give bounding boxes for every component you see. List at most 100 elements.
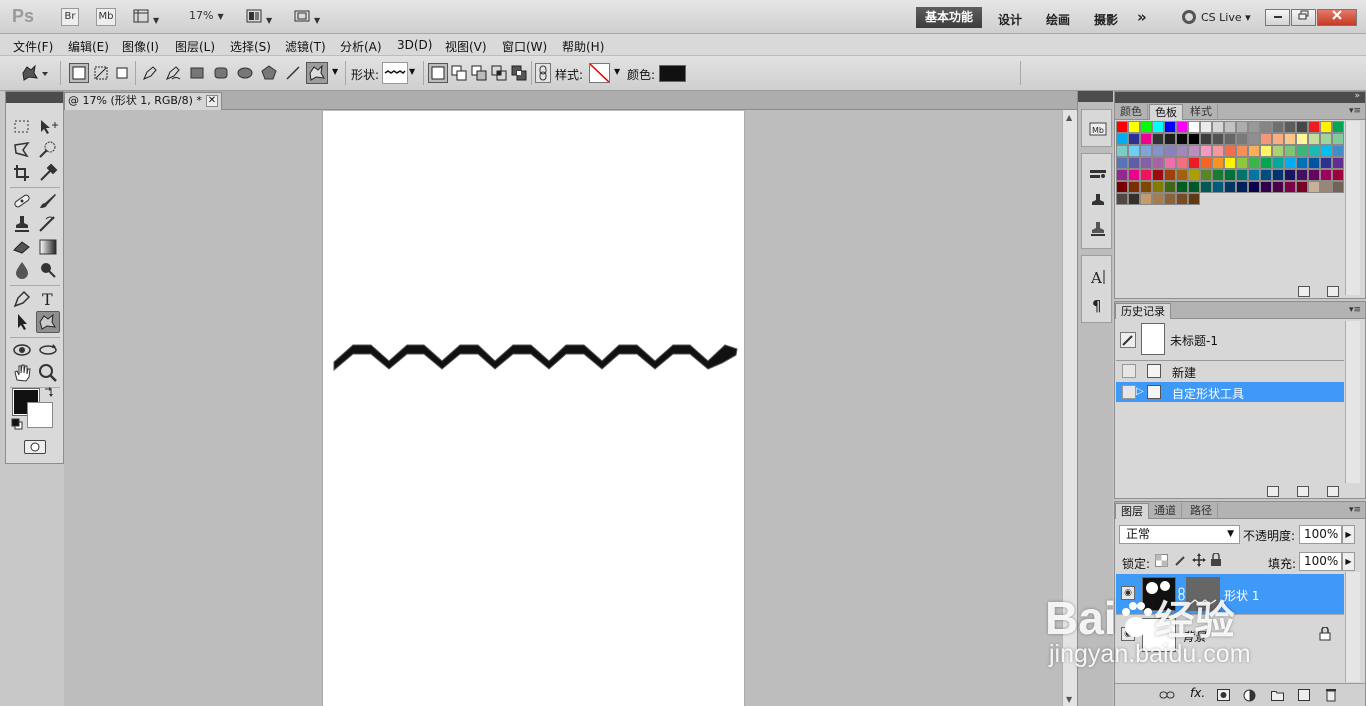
new-snapshot-icon[interactable] bbox=[1297, 486, 1309, 497]
menu-help[interactable]: 帮助(H) bbox=[562, 38, 604, 55]
mini-bridge-panel-icon[interactable]: Mb bbox=[1089, 120, 1107, 138]
opacity-input[interactable]: 100% bbox=[1299, 525, 1342, 544]
color-swatch[interactable] bbox=[1188, 145, 1200, 157]
quick-selection-tool[interactable] bbox=[36, 139, 60, 161]
history-item[interactable]: 新建 bbox=[1116, 361, 1344, 381]
swatches-scrollbar[interactable] bbox=[1345, 121, 1360, 295]
hand-tool[interactable] bbox=[10, 362, 34, 384]
blend-mode-select[interactable]: 正常 ▼ bbox=[1119, 525, 1240, 544]
history-source-checkbox[interactable] bbox=[1122, 385, 1136, 399]
add-layer-mask-icon[interactable] bbox=[1217, 689, 1230, 704]
color-swatch[interactable] bbox=[1320, 121, 1332, 133]
color-swatch[interactable] bbox=[1284, 145, 1296, 157]
eyedropper-tool[interactable] bbox=[36, 162, 60, 184]
character-panel-icon[interactable]: A bbox=[1089, 268, 1107, 287]
color-swatch[interactable] bbox=[1140, 193, 1152, 205]
color-swatch[interactable] bbox=[1188, 193, 1200, 205]
color-swatch[interactable] bbox=[1176, 193, 1188, 205]
color-swatch[interactable] bbox=[1116, 193, 1128, 205]
color-swatch[interactable] bbox=[1140, 181, 1152, 193]
intersect-shape-areas-button[interactable] bbox=[490, 64, 508, 82]
color-swatch[interactable] bbox=[1224, 133, 1236, 145]
color-swatch[interactable] bbox=[1152, 133, 1164, 145]
link-style-button[interactable] bbox=[535, 63, 551, 83]
color-swatch[interactable] bbox=[1128, 121, 1140, 133]
color-swatch[interactable] bbox=[1152, 193, 1164, 205]
color-swatch[interactable] bbox=[1128, 133, 1140, 145]
color-swatch[interactable] bbox=[1236, 145, 1248, 157]
menu-window[interactable]: 窗口(W) bbox=[502, 38, 547, 55]
tab-history[interactable]: 历史记录 bbox=[1115, 303, 1171, 319]
color-swatch[interactable] bbox=[1188, 133, 1200, 145]
tab-layers[interactable]: 图层 bbox=[1115, 503, 1149, 519]
mini-bridge-button[interactable]: Mb bbox=[96, 8, 116, 26]
color-swatch[interactable] bbox=[1224, 157, 1236, 169]
color-swatch[interactable] bbox=[1248, 145, 1260, 157]
color-swatch[interactable] bbox=[1332, 181, 1344, 193]
color-swatch[interactable] bbox=[1212, 181, 1224, 193]
color-swatch[interactable] bbox=[1152, 157, 1164, 169]
color-swatch[interactable] bbox=[1164, 193, 1176, 205]
menu-layer[interactable]: 图层(L) bbox=[175, 38, 215, 55]
shape-picker[interactable] bbox=[382, 62, 408, 84]
color-swatch[interactable] bbox=[1176, 157, 1188, 169]
history-panel-menu-icon[interactable]: ▾≡ bbox=[1349, 305, 1361, 315]
color-swatch[interactable] bbox=[1200, 121, 1212, 133]
color-swatch[interactable] bbox=[1236, 133, 1248, 145]
shape-picker-arrow[interactable]: ▼ bbox=[409, 67, 415, 76]
color-swatch[interactable] bbox=[1236, 121, 1248, 133]
color-swatch[interactable] bbox=[1272, 157, 1284, 169]
color-swatch[interactable] bbox=[1212, 121, 1224, 133]
color-swatch[interactable] bbox=[1284, 157, 1296, 169]
color-swatch[interactable] bbox=[1260, 145, 1272, 157]
tab-swatches[interactable]: 色板 bbox=[1149, 104, 1183, 120]
custom-shape-option[interactable] bbox=[306, 62, 328, 84]
color-swatch[interactable] bbox=[1164, 157, 1176, 169]
delete-layer-icon[interactable] bbox=[1325, 688, 1337, 705]
color-swatch[interactable] bbox=[1260, 157, 1272, 169]
adjustment-layer-icon[interactable] bbox=[1243, 689, 1256, 705]
zigzag-shape[interactable] bbox=[323, 111, 746, 706]
color-swatch[interactable] bbox=[1332, 121, 1344, 133]
path-selection-tool[interactable] bbox=[10, 311, 34, 333]
geometry-options-dropdown[interactable]: ▼ bbox=[332, 67, 338, 76]
close-document-button[interactable]: ✕ bbox=[206, 95, 218, 107]
history-brush-tool[interactable] bbox=[36, 213, 60, 235]
new-swatch-icon[interactable] bbox=[1298, 286, 1310, 297]
rectangular-marquee-tool[interactable] bbox=[10, 116, 34, 138]
close-window-button[interactable] bbox=[1317, 9, 1357, 26]
color-swatch[interactable] bbox=[1272, 121, 1284, 133]
fill-input[interactable]: 100% bbox=[1299, 552, 1342, 571]
menu-image[interactable]: 图像(I) bbox=[122, 38, 159, 55]
color-swatch[interactable] bbox=[1176, 145, 1188, 157]
color-swatch[interactable] bbox=[1332, 145, 1344, 157]
color-swatch[interactable] bbox=[1152, 181, 1164, 193]
color-swatch[interactable] bbox=[1296, 169, 1308, 181]
color-swatch[interactable] bbox=[1188, 121, 1200, 133]
color-swatch[interactable] bbox=[1236, 181, 1248, 193]
color-swatch[interactable] bbox=[1308, 157, 1320, 169]
color-swatch[interactable] bbox=[1164, 145, 1176, 157]
shape-color-swatch[interactable] bbox=[659, 65, 686, 82]
scroll-down-icon[interactable]: ▼ bbox=[1066, 695, 1072, 704]
color-swatch[interactable] bbox=[1128, 145, 1140, 157]
pen-tool-option[interactable] bbox=[141, 64, 159, 82]
color-swatch[interactable] bbox=[1272, 133, 1284, 145]
color-swatch[interactable] bbox=[1128, 181, 1140, 193]
color-swatch[interactable] bbox=[1224, 181, 1236, 193]
polygon-tool-option[interactable] bbox=[260, 64, 278, 82]
style-picker[interactable] bbox=[589, 63, 610, 83]
color-swatch[interactable] bbox=[1296, 121, 1308, 133]
color-swatch[interactable] bbox=[1248, 181, 1260, 193]
paragraph-panel-icon[interactable]: ¶ bbox=[1089, 296, 1107, 315]
color-swatch[interactable] bbox=[1224, 121, 1236, 133]
color-swatch[interactable] bbox=[1284, 169, 1296, 181]
dock-header[interactable] bbox=[1078, 91, 1113, 102]
menu-filter[interactable]: 滤镜(T) bbox=[285, 38, 326, 55]
fill-slider-button[interactable]: ▶ bbox=[1342, 552, 1355, 571]
paths-mode-button[interactable] bbox=[92, 64, 110, 82]
tab-color[interactable]: 颜色 bbox=[1115, 104, 1148, 120]
scroll-up-icon[interactable]: ▲ bbox=[1066, 113, 1072, 122]
color-swatch[interactable] bbox=[1248, 133, 1260, 145]
gradient-tool[interactable] bbox=[36, 236, 60, 258]
